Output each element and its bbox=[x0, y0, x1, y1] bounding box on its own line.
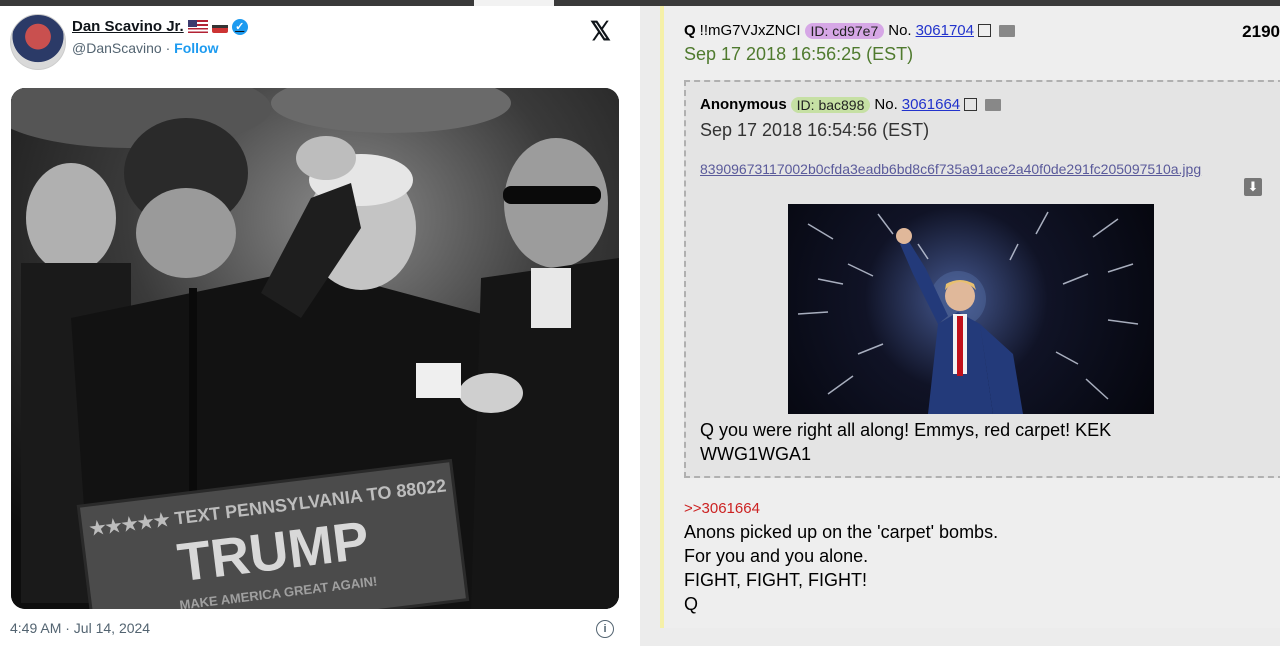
info-icon[interactable]: i bbox=[596, 620, 614, 638]
quoted-poster-name: Anonymous bbox=[700, 96, 787, 113]
attachment-filename-link[interactable]: 83909673117002b0cfda3eadb6bd8c6f735a91ac… bbox=[700, 158, 1266, 180]
post-container: Q !!mG7VJxZNCI ID: cd97e7 No. 3061704 21… bbox=[660, 6, 1280, 628]
external-link-icon[interactable] bbox=[977, 24, 991, 37]
post-body-line: Anons picked up on the 'carpet' bombs. bbox=[684, 522, 999, 542]
display-name[interactable]: Dan Scavino Jr. bbox=[72, 18, 184, 35]
us-flag-icon bbox=[187, 20, 208, 33]
folder-icon[interactable] bbox=[985, 98, 1002, 111]
tripcode: !!mG7VJxZNCI bbox=[699, 22, 801, 39]
quoted-number-link[interactable]: 3061664 bbox=[902, 96, 960, 113]
display-name-row[interactable]: Dan Scavino Jr. ✓ bbox=[72, 18, 248, 35]
external-link-icon[interactable] bbox=[964, 98, 978, 111]
post-header: Q !!mG7VJxZNCI ID: cd97e7 No. 3061704 bbox=[684, 22, 1015, 39]
post-body-line: For you and you alone. bbox=[684, 546, 869, 566]
tweet-photo[interactable]: ★★★★★ TEXT PENNSYLVANIA TO 88022 TRUMP M… bbox=[11, 88, 619, 609]
post-body: Anons picked up on the 'carpet' bombs. F… bbox=[684, 520, 998, 616]
starburst-illustration bbox=[797, 211, 1139, 414]
handle[interactable]: @DanScavino bbox=[72, 40, 162, 56]
reply-reference-link[interactable]: >>3061664 bbox=[684, 500, 760, 517]
download-icon[interactable]: ⬇ bbox=[1244, 178, 1262, 196]
bottom-strip bbox=[640, 628, 1280, 646]
tweet-card: Dan Scavino Jr. ✓ @DanScavino · Follow 𝕏 bbox=[0, 6, 640, 646]
verified-badge-icon: ✓ bbox=[231, 18, 248, 35]
poster-id-badge[interactable]: ID: cd97e7 bbox=[804, 22, 885, 39]
poster-name: Q bbox=[684, 22, 696, 39]
rally-photo-illustration: ★★★★★ TEXT PENNSYLVANIA TO 88022 TRUMP M… bbox=[11, 88, 619, 609]
panel-divider bbox=[640, 6, 660, 646]
separator-dot: · bbox=[165, 40, 171, 56]
quoted-post-date: Sep 17 2018 16:54:56 (EST) bbox=[700, 120, 930, 140]
tweet-timestamp[interactable]: 4:49 AM · Jul 14, 2024 bbox=[10, 620, 150, 636]
quoted-no-prefix: No. bbox=[874, 96, 898, 113]
post-body-line: FIGHT, FIGHT, FIGHT! bbox=[684, 570, 867, 590]
post-date: Sep 17 2018 16:56:25 (EST) bbox=[684, 44, 914, 64]
post-body-line: Q bbox=[684, 594, 699, 614]
handle-row: @DanScavino · Follow bbox=[72, 40, 218, 56]
attachment-image[interactable] bbox=[788, 204, 1154, 414]
quoted-text-line2: WWG1WGA1 bbox=[700, 444, 811, 464]
quoted-post-header: Anonymous ID: bac898 No. 3061664 bbox=[700, 96, 1002, 113]
folder-icon[interactable] bbox=[998, 24, 1015, 37]
post-number-link[interactable]: 3061704 bbox=[916, 22, 974, 39]
board-post: Q !!mG7VJxZNCI ID: cd97e7 No. 3061704 21… bbox=[660, 6, 1280, 628]
quoted-id-badge[interactable]: ID: bac898 bbox=[790, 96, 871, 113]
quoted-post: Anonymous ID: bac898 No. 3061664 Sep 17 … bbox=[684, 80, 1280, 478]
quoted-post-text: Q you were right all along! Emmys, red c… bbox=[700, 418, 1111, 466]
follow-button[interactable]: Follow bbox=[174, 40, 218, 56]
quoted-text-line1: Q you were right all along! Emmys, red c… bbox=[700, 420, 1112, 440]
avatar[interactable] bbox=[10, 14, 66, 70]
emoji-icon bbox=[211, 20, 228, 33]
post-count: 2190 bbox=[1242, 22, 1280, 41]
x-logo-icon[interactable]: 𝕏 bbox=[590, 18, 611, 44]
post-no-prefix: No. bbox=[888, 22, 912, 39]
